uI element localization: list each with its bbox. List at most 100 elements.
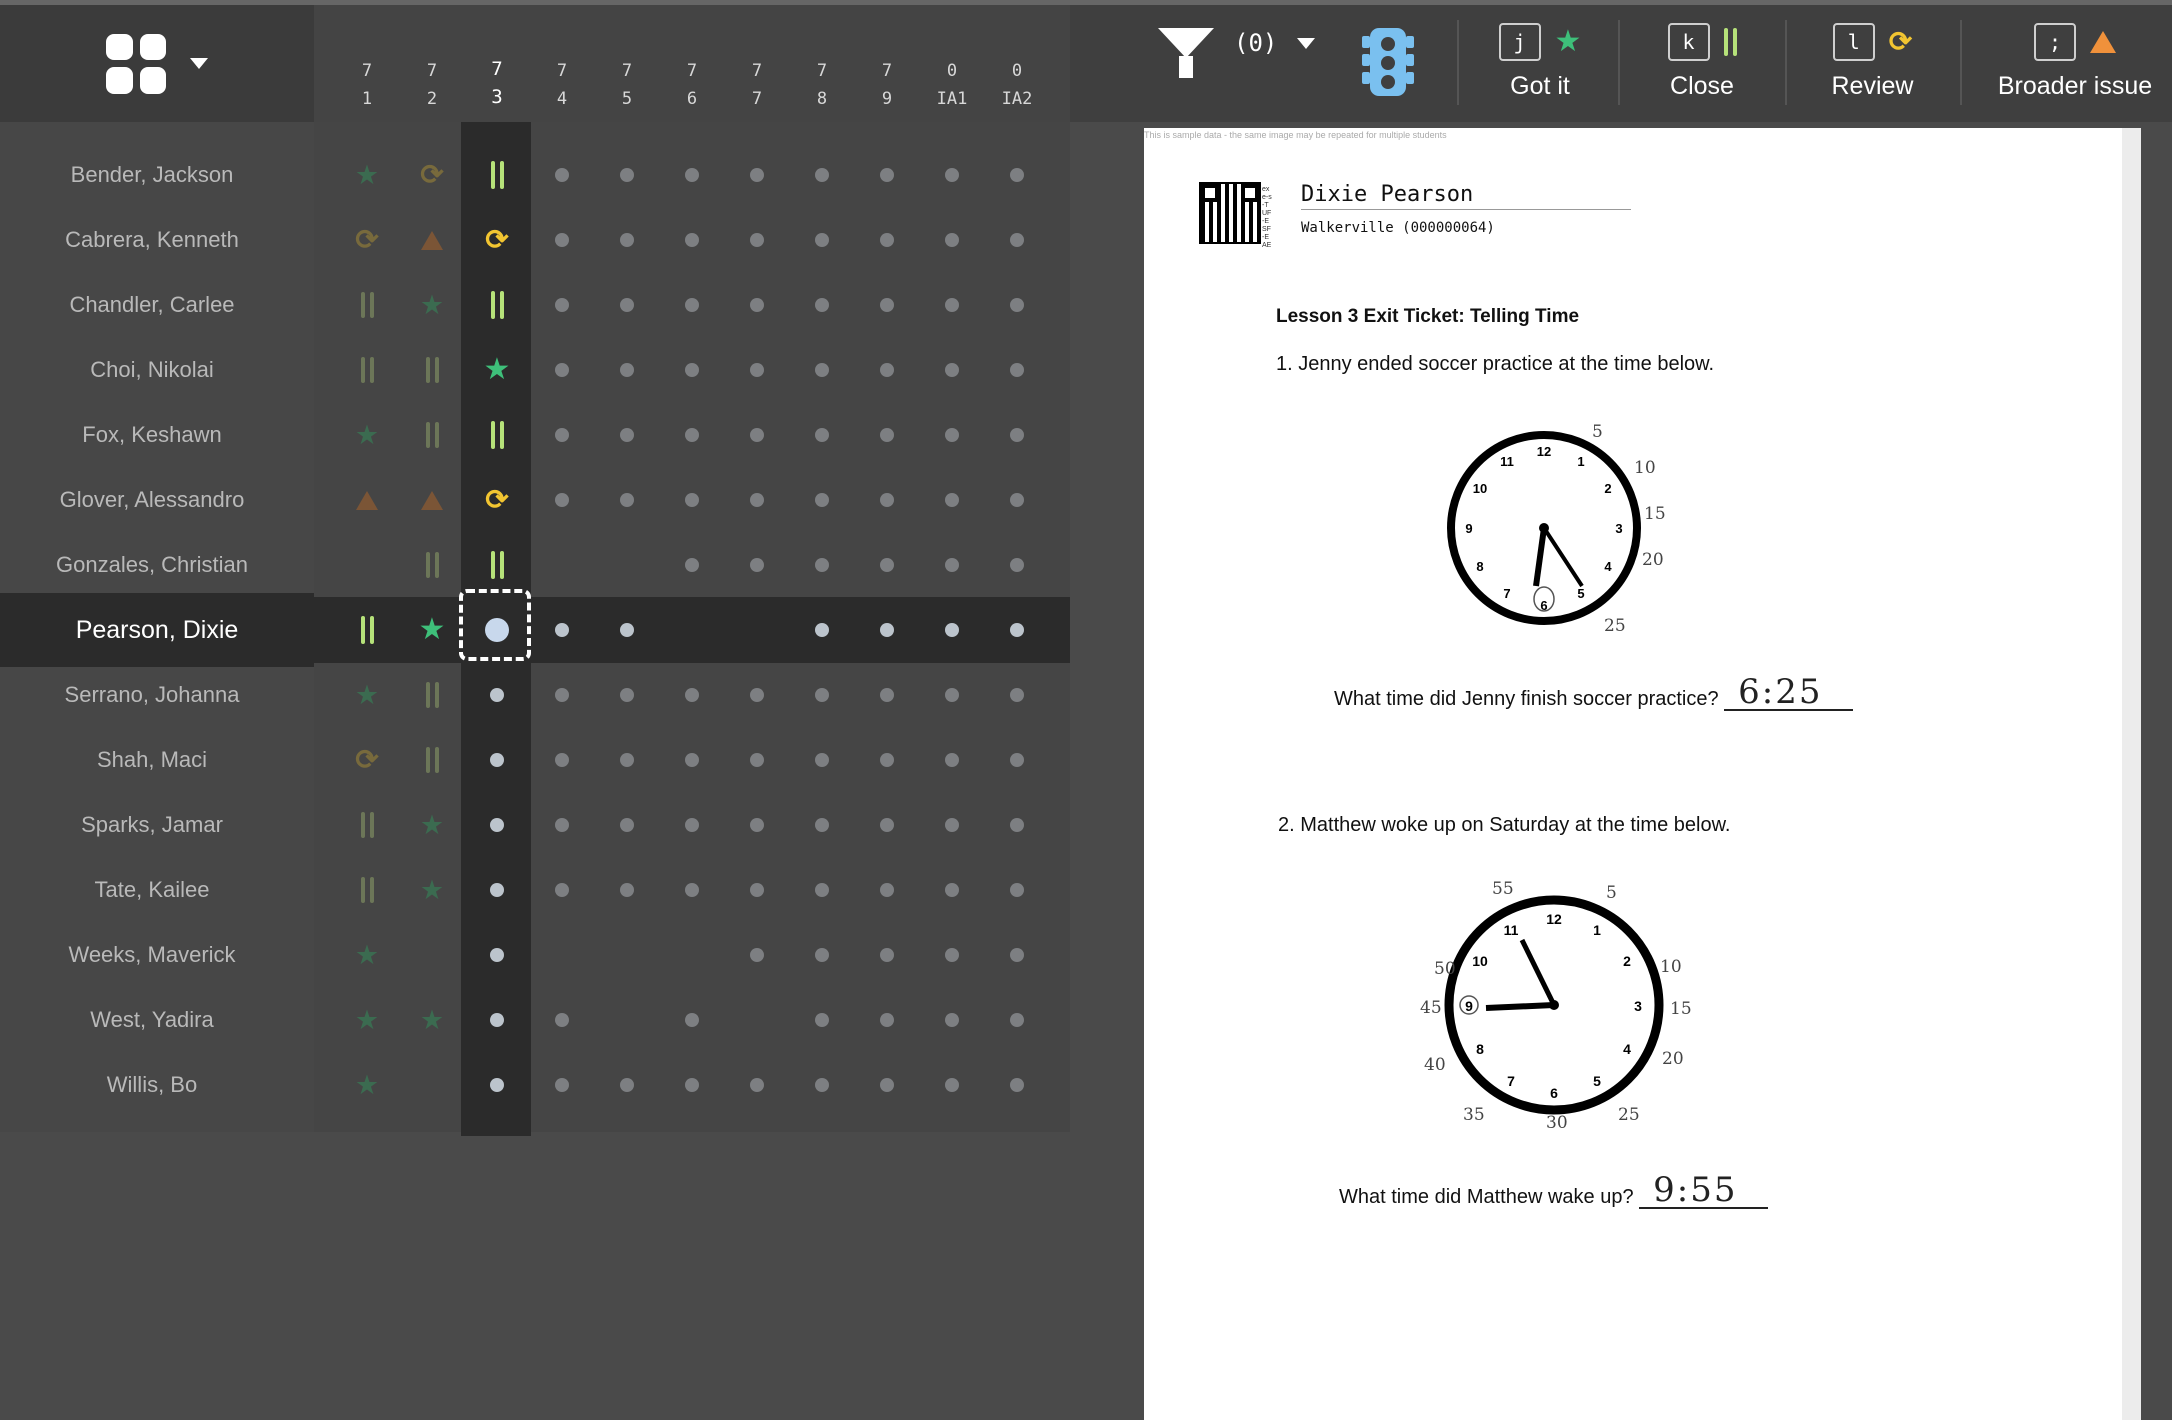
empty-dot-cell[interactable]	[542, 415, 582, 455]
empty-dot-cell[interactable]	[867, 350, 907, 390]
got-it-button[interactable]: j ★ Got it	[1475, 20, 1605, 101]
empty-dot-cell[interactable]	[867, 870, 907, 910]
empty-dot-cell[interactable]	[737, 285, 777, 325]
empty-dot-cell[interactable]	[932, 155, 972, 195]
empty-dot-cell[interactable]	[542, 675, 582, 715]
empty-dot-cell[interactable]	[932, 740, 972, 780]
empty-dot-cell[interactable]	[867, 155, 907, 195]
empty-dot-cell[interactable]	[802, 285, 842, 325]
empty-dot-cell[interactable]	[737, 220, 777, 260]
empty-dot-cell[interactable]	[737, 415, 777, 455]
empty-dot-cell[interactable]	[997, 805, 1037, 845]
empty-dot-cell[interactable]	[737, 545, 777, 585]
got-it-mark[interactable]: ★	[412, 805, 452, 845]
empty-dot-cell[interactable]	[737, 350, 777, 390]
empty-dot-cell[interactable]	[802, 545, 842, 585]
empty-dot-cell[interactable]	[607, 1065, 647, 1105]
empty-dot-cell[interactable]	[672, 350, 712, 390]
empty-dot-cell[interactable]	[542, 740, 582, 780]
empty-dot-cell[interactable]	[607, 155, 647, 195]
empty-dot-cell[interactable]	[997, 350, 1037, 390]
review-button[interactable]: l ⟳ Review	[1800, 20, 1945, 101]
empty-dot-cell[interactable]	[867, 935, 907, 975]
empty-dot-cell[interactable]	[997, 935, 1037, 975]
empty-dot-cell[interactable]	[867, 415, 907, 455]
got-it-mark[interactable]: ★	[347, 155, 387, 195]
close-mark[interactable]	[347, 285, 387, 325]
empty-dot-cell[interactable]	[932, 870, 972, 910]
review-mark[interactable]: ⟳	[347, 740, 387, 780]
empty-dot-cell[interactable]	[607, 220, 647, 260]
empty-dot-cell[interactable]	[542, 1065, 582, 1105]
empty-dot-cell[interactable]	[867, 675, 907, 715]
empty-dot-cell[interactable]	[672, 415, 712, 455]
empty-dot-cell[interactable]	[932, 610, 972, 650]
empty-dot-cell[interactable]	[542, 285, 582, 325]
empty-dot-cell[interactable]	[997, 675, 1037, 715]
empty-dot-cell[interactable]	[997, 415, 1037, 455]
empty-dot-cell[interactable]	[737, 155, 777, 195]
broader-issue-button[interactable]: ; Broader issue	[1990, 20, 2160, 101]
empty-dot-cell[interactable]	[932, 1000, 972, 1040]
empty-dot-cell[interactable]	[802, 1065, 842, 1105]
close-mark[interactable]	[347, 870, 387, 910]
empty-dot-cell[interactable]	[932, 675, 972, 715]
empty-dot-cell[interactable]	[802, 415, 842, 455]
empty-dot-cell[interactable]	[802, 155, 842, 195]
empty-dot-cell[interactable]	[997, 1065, 1037, 1105]
traffic-light-icon[interactable]	[1362, 28, 1414, 98]
close-mark[interactable]	[477, 545, 517, 585]
empty-dot-cell[interactable]	[997, 870, 1037, 910]
empty-dot-cell[interactable]	[672, 155, 712, 195]
close-mark[interactable]	[412, 740, 452, 780]
empty-dot-cell[interactable]	[607, 610, 647, 650]
empty-dot-cell[interactable]	[737, 870, 777, 910]
got-it-mark[interactable]: ★	[412, 870, 452, 910]
got-it-mark[interactable]: ★	[477, 350, 517, 390]
empty-dot-cell[interactable]	[607, 415, 647, 455]
review-mark[interactable]: ⟳	[477, 220, 517, 260]
empty-dot-cell[interactable]	[542, 870, 582, 910]
close-mark[interactable]	[347, 805, 387, 845]
empty-dot-cell[interactable]	[672, 740, 712, 780]
close-mark[interactable]	[477, 155, 517, 195]
empty-dot-cell[interactable]	[477, 805, 517, 845]
empty-dot-cell[interactable]	[932, 415, 972, 455]
empty-dot-cell[interactable]	[932, 1065, 972, 1105]
empty-dot-cell[interactable]	[932, 545, 972, 585]
empty-dot-cell[interactable]	[802, 480, 842, 520]
broader-issue-mark[interactable]	[347, 480, 387, 520]
empty-dot-cell[interactable]	[672, 805, 712, 845]
empty-dot-cell[interactable]	[802, 220, 842, 260]
empty-dot-cell[interactable]	[997, 1000, 1037, 1040]
close-mark[interactable]	[412, 415, 452, 455]
got-it-mark[interactable]: ★	[412, 610, 452, 650]
empty-dot-cell[interactable]	[997, 285, 1037, 325]
empty-dot-cell[interactable]	[477, 935, 517, 975]
empty-dot-cell[interactable]	[932, 805, 972, 845]
empty-dot-cell[interactable]	[737, 805, 777, 845]
broader-issue-mark[interactable]	[412, 480, 452, 520]
empty-dot-cell[interactable]	[672, 1065, 712, 1105]
empty-dot-cell[interactable]	[477, 675, 517, 715]
got-it-mark[interactable]: ★	[347, 935, 387, 975]
empty-dot-cell[interactable]	[672, 220, 712, 260]
empty-dot-cell[interactable]	[867, 480, 907, 520]
empty-dot-cell[interactable]	[542, 220, 582, 260]
empty-dot-cell[interactable]	[542, 610, 582, 650]
broader-issue-mark[interactable]	[412, 220, 452, 260]
empty-dot-cell[interactable]	[672, 1000, 712, 1040]
empty-dot-cell[interactable]	[672, 870, 712, 910]
empty-dot-cell[interactable]	[802, 740, 842, 780]
empty-dot-cell[interactable]	[932, 350, 972, 390]
empty-dot-cell[interactable]	[997, 740, 1037, 780]
empty-dot-cell[interactable]	[867, 285, 907, 325]
review-mark[interactable]: ⟳	[347, 220, 387, 260]
empty-dot-cell[interactable]	[672, 480, 712, 520]
empty-dot-cell[interactable]	[477, 870, 517, 910]
got-it-mark[interactable]: ★	[347, 415, 387, 455]
empty-dot-cell[interactable]	[477, 740, 517, 780]
close-mark[interactable]	[477, 415, 517, 455]
got-it-mark[interactable]: ★	[347, 1000, 387, 1040]
empty-dot-cell[interactable]	[607, 285, 647, 325]
